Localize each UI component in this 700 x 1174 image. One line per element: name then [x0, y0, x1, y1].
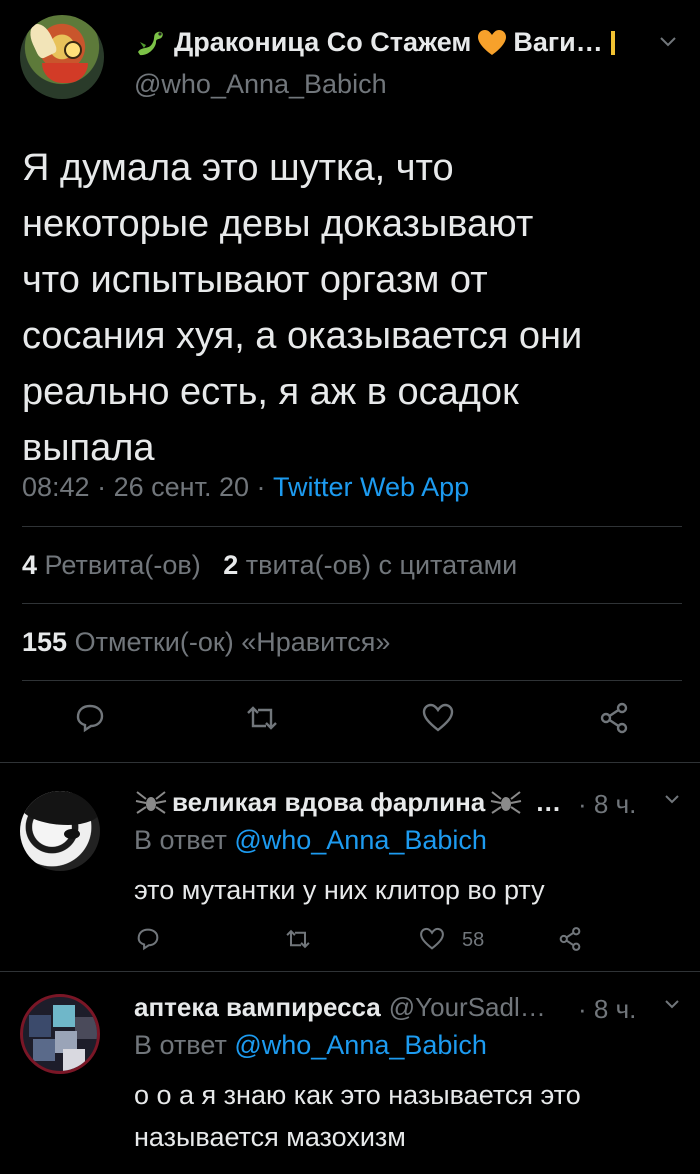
truncated-emoji — [610, 30, 615, 55]
user-handle[interactable]: @who_Anna_Babich — [134, 69, 387, 100]
reply-to-line: В ответ @who_Anna_Babich — [134, 1030, 487, 1060]
mention-link[interactable]: @who_Anna_Babich — [234, 1030, 487, 1060]
orange-heart-icon — [477, 29, 507, 57]
tweet-time[interactable]: 08:42 — [22, 472, 90, 502]
display-name-row[interactable]: Драконица Со Стажем Ваги… — [134, 27, 615, 58]
retweet-icon[interactable] — [244, 700, 280, 736]
quotes-stat[interactable]: 2 твита(-ов) с цитатами — [223, 550, 517, 580]
tweet-date[interactable]: 26 сент. 20 — [114, 472, 249, 502]
spider-icon — [489, 789, 523, 817]
reply-handle[interactable]: @YourSadl… — [389, 992, 546, 1023]
tweet-source-link[interactable]: Twitter Web App — [273, 472, 469, 502]
meta-separator: · — [256, 472, 266, 502]
retweets-stat[interactable]: 4 Ретвита(-ов) — [22, 550, 201, 580]
reply-time[interactable]: · 8 ч. — [578, 994, 636, 1025]
likes-stat[interactable]: 155 Отметки(-ок) «Нравится» — [22, 627, 390, 658]
like-icon[interactable] — [420, 700, 456, 736]
display-name: Драконица Со Стажем — [174, 27, 472, 57]
like-icon[interactable] — [418, 925, 446, 953]
meta-separator: · — [97, 472, 107, 502]
share-icon[interactable] — [556, 925, 584, 953]
reply-tweet[interactable]: аптека вампиресса @YourSadl… · 8 ч. В от… — [0, 972, 700, 1174]
reply-time[interactable]: · 8 ч. — [578, 789, 636, 820]
dragon-emoji-icon — [134, 28, 168, 58]
chevron-down-icon[interactable] — [657, 30, 679, 52]
tweet-meta: 08:42 · 26 сент. 20 · Twitter Web App — [22, 472, 469, 503]
divider — [22, 526, 682, 527]
reply-header: аптека вампиресса @YourSadl… — [134, 992, 546, 1023]
reply-icon[interactable] — [134, 925, 162, 953]
like-count: 58 — [462, 929, 485, 951]
spider-icon — [134, 789, 168, 817]
avatar[interactable] — [20, 791, 100, 871]
chevron-down-icon[interactable] — [662, 789, 682, 809]
tweet-actions — [0, 700, 700, 740]
reply-text: о о а я знаю как это называется это назы… — [134, 1080, 581, 1152]
reply-display-name: великая вдова фарлина — [172, 787, 486, 817]
chevron-down-icon[interactable] — [662, 994, 682, 1014]
display-name-continuation: Ваги… — [513, 27, 603, 57]
reply-display-name: аптека вампиресса — [134, 992, 381, 1022]
retweet-stats: 4 Ретвита(-ов) 2 твита(-ов) с цитатами — [22, 550, 517, 581]
name-truncation: … — [535, 787, 562, 817]
avatar[interactable] — [20, 15, 104, 99]
main-tweet: Драконица Со Стажем Ваги… @who_Anna_Babi… — [0, 0, 700, 762]
tweet-text: Я думала это шутка, что некоторые девы д… — [22, 147, 583, 469]
avatar[interactable] — [20, 994, 100, 1074]
retweet-icon[interactable] — [284, 925, 312, 953]
mention-link[interactable]: @who_Anna_Babich — [234, 825, 487, 855]
divider — [22, 680, 682, 681]
share-icon[interactable] — [596, 700, 632, 736]
reply-tweet[interactable]: великая вдова фарлина … · 8 ч. В ответ @… — [0, 763, 700, 971]
divider — [22, 603, 682, 604]
reply-text: это мутантки у них клитор во рту — [134, 875, 545, 905]
reply-to-line: В ответ @who_Anna_Babich — [134, 825, 487, 855]
reply-header: великая вдова фарлина … — [134, 787, 561, 818]
reply-icon[interactable] — [72, 700, 108, 736]
